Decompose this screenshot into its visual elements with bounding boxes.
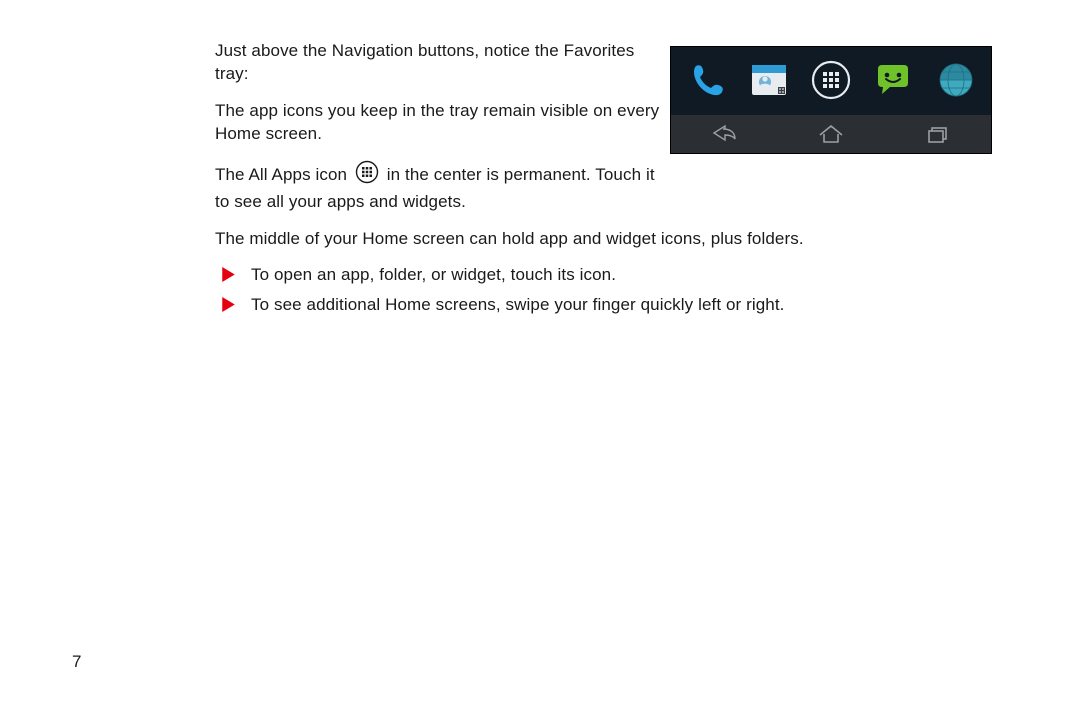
paragraph: The app icons you keep in the tray remai… xyxy=(215,100,670,146)
bullet-text: To open an app, folder, or widget, touch… xyxy=(251,265,975,285)
bullet-list: To open an app, folder, or widget, touch… xyxy=(215,265,975,315)
paragraph: Just above the Navigation buttons, notic… xyxy=(215,40,670,86)
paragraph: The middle of your Home screen can hold … xyxy=(215,228,975,251)
phone-favorites-tray-figure xyxy=(670,46,992,154)
all-apps-inline-icon xyxy=(355,160,379,191)
play-arrow-icon xyxy=(215,265,251,282)
bullet-text: To see additional Home screens, swipe yo… xyxy=(251,295,975,315)
recents-button-icon xyxy=(915,121,961,147)
contacts-app-icon xyxy=(746,57,792,103)
all-apps-icon xyxy=(808,57,854,103)
text-fragment: The All Apps icon xyxy=(215,165,347,184)
phone-app-icon xyxy=(683,57,729,103)
play-arrow-icon xyxy=(215,295,251,312)
list-item: To see additional Home screens, swipe yo… xyxy=(215,295,975,315)
browser-app-icon xyxy=(933,57,979,103)
navigation-bar xyxy=(671,115,991,153)
page-number: 7 xyxy=(72,652,82,672)
list-item: To open an app, folder, or widget, touch… xyxy=(215,265,975,285)
back-button-icon xyxy=(701,121,747,147)
paragraph: The All Apps icon in the center is perma… xyxy=(215,160,670,214)
favorites-tray xyxy=(671,53,991,107)
document-page: Just above the Navigation buttons, notic… xyxy=(0,0,1080,720)
messaging-app-icon xyxy=(870,57,916,103)
home-button-icon xyxy=(808,121,854,147)
